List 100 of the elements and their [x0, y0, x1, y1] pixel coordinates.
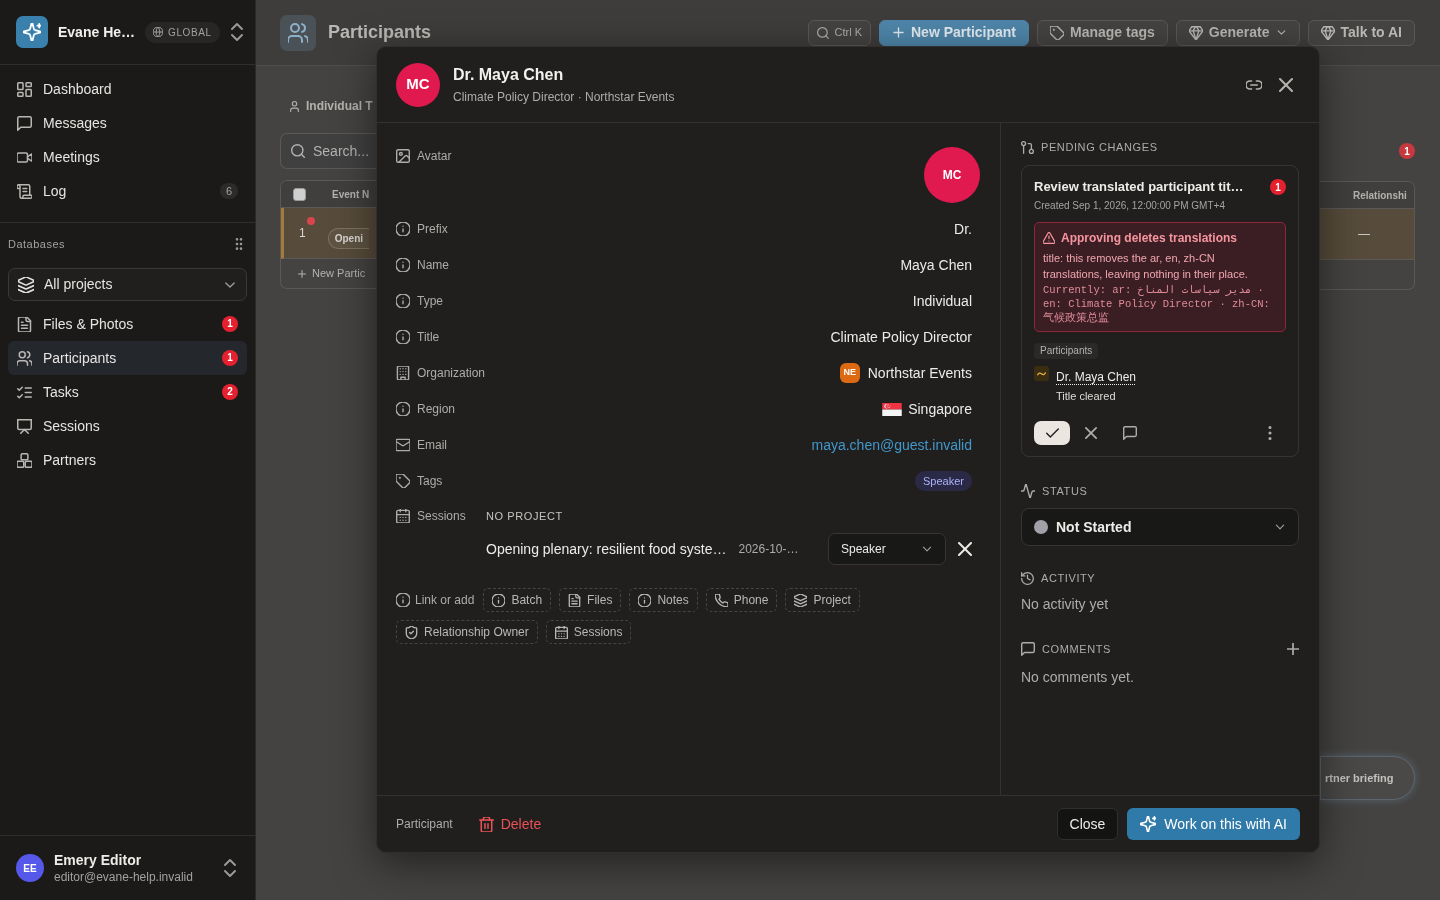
table-row[interactable]: 1 Openi [281, 208, 376, 259]
plus-icon[interactable] [1287, 643, 1299, 655]
add-link-chip[interactable]: Relationship Owner [396, 620, 538, 644]
talk-to-ai-button[interactable]: Talk to AI [1307, 19, 1415, 46]
image-icon [396, 149, 410, 163]
close-button[interactable]: Close [1056, 808, 1119, 840]
work-with-ai-button[interactable]: Work on this with AI [1127, 808, 1300, 840]
field-label: Organization [417, 365, 486, 382]
session-title[interactable]: Opening plenary: resilient food syste… [486, 538, 727, 560]
field-label: Prefix [417, 221, 448, 238]
created-date: Created Sep 1, 2026, 12:00:00 PM GMT+4 [1034, 199, 1226, 213]
add-link-chip[interactable]: Files [559, 588, 622, 612]
add-link-chip[interactable]: Phone [705, 588, 778, 612]
video-camera-icon [17, 149, 32, 165]
database-item[interactable]: Sessions [8, 409, 247, 443]
current-values: Currently: ar: مدير سياسات المناخ · en: Climate Policy Director · zh-CN: 气候政策总监 [1043, 283, 1271, 325]
delete-button[interactable]: Delete [478, 813, 542, 835]
layers-icon [18, 276, 34, 293]
field-value: Northstar Events [867, 363, 972, 383]
tag-chip[interactable]: Speaker [915, 471, 972, 491]
select-all-checkbox[interactable] [293, 187, 306, 201]
branch-icon [1021, 140, 1034, 154]
info-icon [396, 402, 410, 416]
field-label: Name [417, 257, 449, 274]
entity-label: Participant [396, 816, 453, 833]
workspace-name[interactable]: Evane He… [58, 21, 136, 43]
info-icon [492, 593, 506, 607]
chat-bubble-icon [1021, 642, 1035, 656]
warning-text: title: this removes the ar, en, zh-CN translations, leaving nothing in their place. [1043, 251, 1249, 282]
shield-check-icon [405, 625, 418, 639]
field-label: Sessions [417, 508, 466, 525]
chevrons-up-down-icon[interactable] [229, 22, 244, 42]
nav-item[interactable]: Meetings [8, 140, 247, 174]
field-label: Tags [417, 473, 443, 490]
close-icon[interactable] [1085, 427, 1097, 439]
user-avatar: EE [16, 854, 44, 882]
status-select[interactable]: Not Started [1021, 508, 1299, 546]
nav-item[interactable]: Dashboard [8, 72, 247, 106]
group-chip: Participants [1034, 343, 1099, 359]
manage-tags-button[interactable]: Manage tags [1037, 19, 1168, 46]
database-item[interactable]: Tasks 2 [8, 375, 247, 409]
globe-icon [153, 27, 164, 37]
search-shortcut-button[interactable]: Ctrl K [807, 19, 871, 46]
item-count: 2 [222, 384, 238, 400]
chevron-down-icon [1275, 27, 1287, 38]
comment-icon[interactable] [1123, 426, 1137, 440]
scope-label: GLOBAL [168, 25, 212, 40]
email-link[interactable]: maya.chen@guest.invalid [811, 434, 972, 456]
table-row[interactable]: — [1320, 209, 1414, 260]
checklist-icon [17, 384, 32, 400]
sparkles-logo-icon [16, 16, 48, 48]
project-dropdown[interactable]: All projects [8, 268, 247, 301]
add-link-chip[interactable]: Sessions [545, 620, 632, 644]
field-value: Individual [912, 291, 972, 311]
users-icon [280, 14, 316, 51]
page-title: Participants [328, 21, 432, 44]
notification-dot-icon [307, 217, 315, 225]
field-value: Maya Chen [900, 255, 972, 275]
empty-text: No activity yet [1021, 595, 1110, 614]
column-header: Relationshi [1353, 188, 1407, 203]
more-vertical-icon[interactable] [1268, 426, 1272, 440]
person-icon [289, 100, 300, 112]
briefing-button[interactable]: rtner briefing [1320, 756, 1415, 800]
nav-item[interactable]: Messages [8, 106, 247, 140]
warning-title: Approving deletes translations [1061, 230, 1238, 247]
change-summary: Title cleared [1056, 390, 1117, 403]
database-item[interactable]: Partners [8, 443, 247, 477]
nav-item[interactable]: Log 6 [8, 174, 247, 208]
grip-dots-icon[interactable] [235, 238, 243, 250]
change-title: Review translated participant tit… [1034, 178, 1244, 197]
generate-button[interactable]: Generate [1175, 19, 1300, 46]
table-cell-text: — [1358, 226, 1370, 243]
chevrons-up-down-icon[interactable] [223, 858, 237, 878]
pending-count: 1 [1399, 143, 1415, 159]
column-header: Event N [332, 187, 370, 202]
search-icon [816, 26, 829, 39]
row-number: 1 [299, 226, 306, 240]
search-field[interactable]: Search... [280, 133, 376, 169]
avatar[interactable]: MC [924, 147, 980, 203]
database-item[interactable]: Participants 1 [8, 341, 247, 375]
history-icon [1021, 571, 1034, 585]
blocks-icon [17, 452, 32, 468]
approve-button[interactable] [1034, 421, 1070, 445]
dialog-subtitle: Climate Policy Director · Northstar Events [453, 88, 675, 105]
role-select[interactable]: Speaker [828, 533, 946, 565]
section-heading: STATUS [1042, 483, 1088, 499]
info-icon [638, 593, 652, 607]
add-link-chip[interactable]: Notes [629, 588, 698, 612]
document-icon [17, 316, 32, 332]
new-row-button[interactable]: New Partic [281, 259, 372, 288]
database-item[interactable]: Files & Photos 1 [8, 307, 247, 341]
close-icon[interactable] [1279, 77, 1293, 92]
view-tab[interactable]: Individual T [280, 96, 376, 116]
link-label: Link or add [415, 592, 475, 609]
change-count: 1 [1270, 179, 1286, 195]
add-link-chip[interactable]: Batch [483, 588, 552, 612]
participant-link[interactable]: Dr. Maya Chen [1056, 370, 1137, 384]
event-chip[interactable]: Openi [327, 227, 370, 249]
add-link-chip[interactable]: Project [785, 588, 860, 612]
scroll-icon [17, 183, 32, 199]
